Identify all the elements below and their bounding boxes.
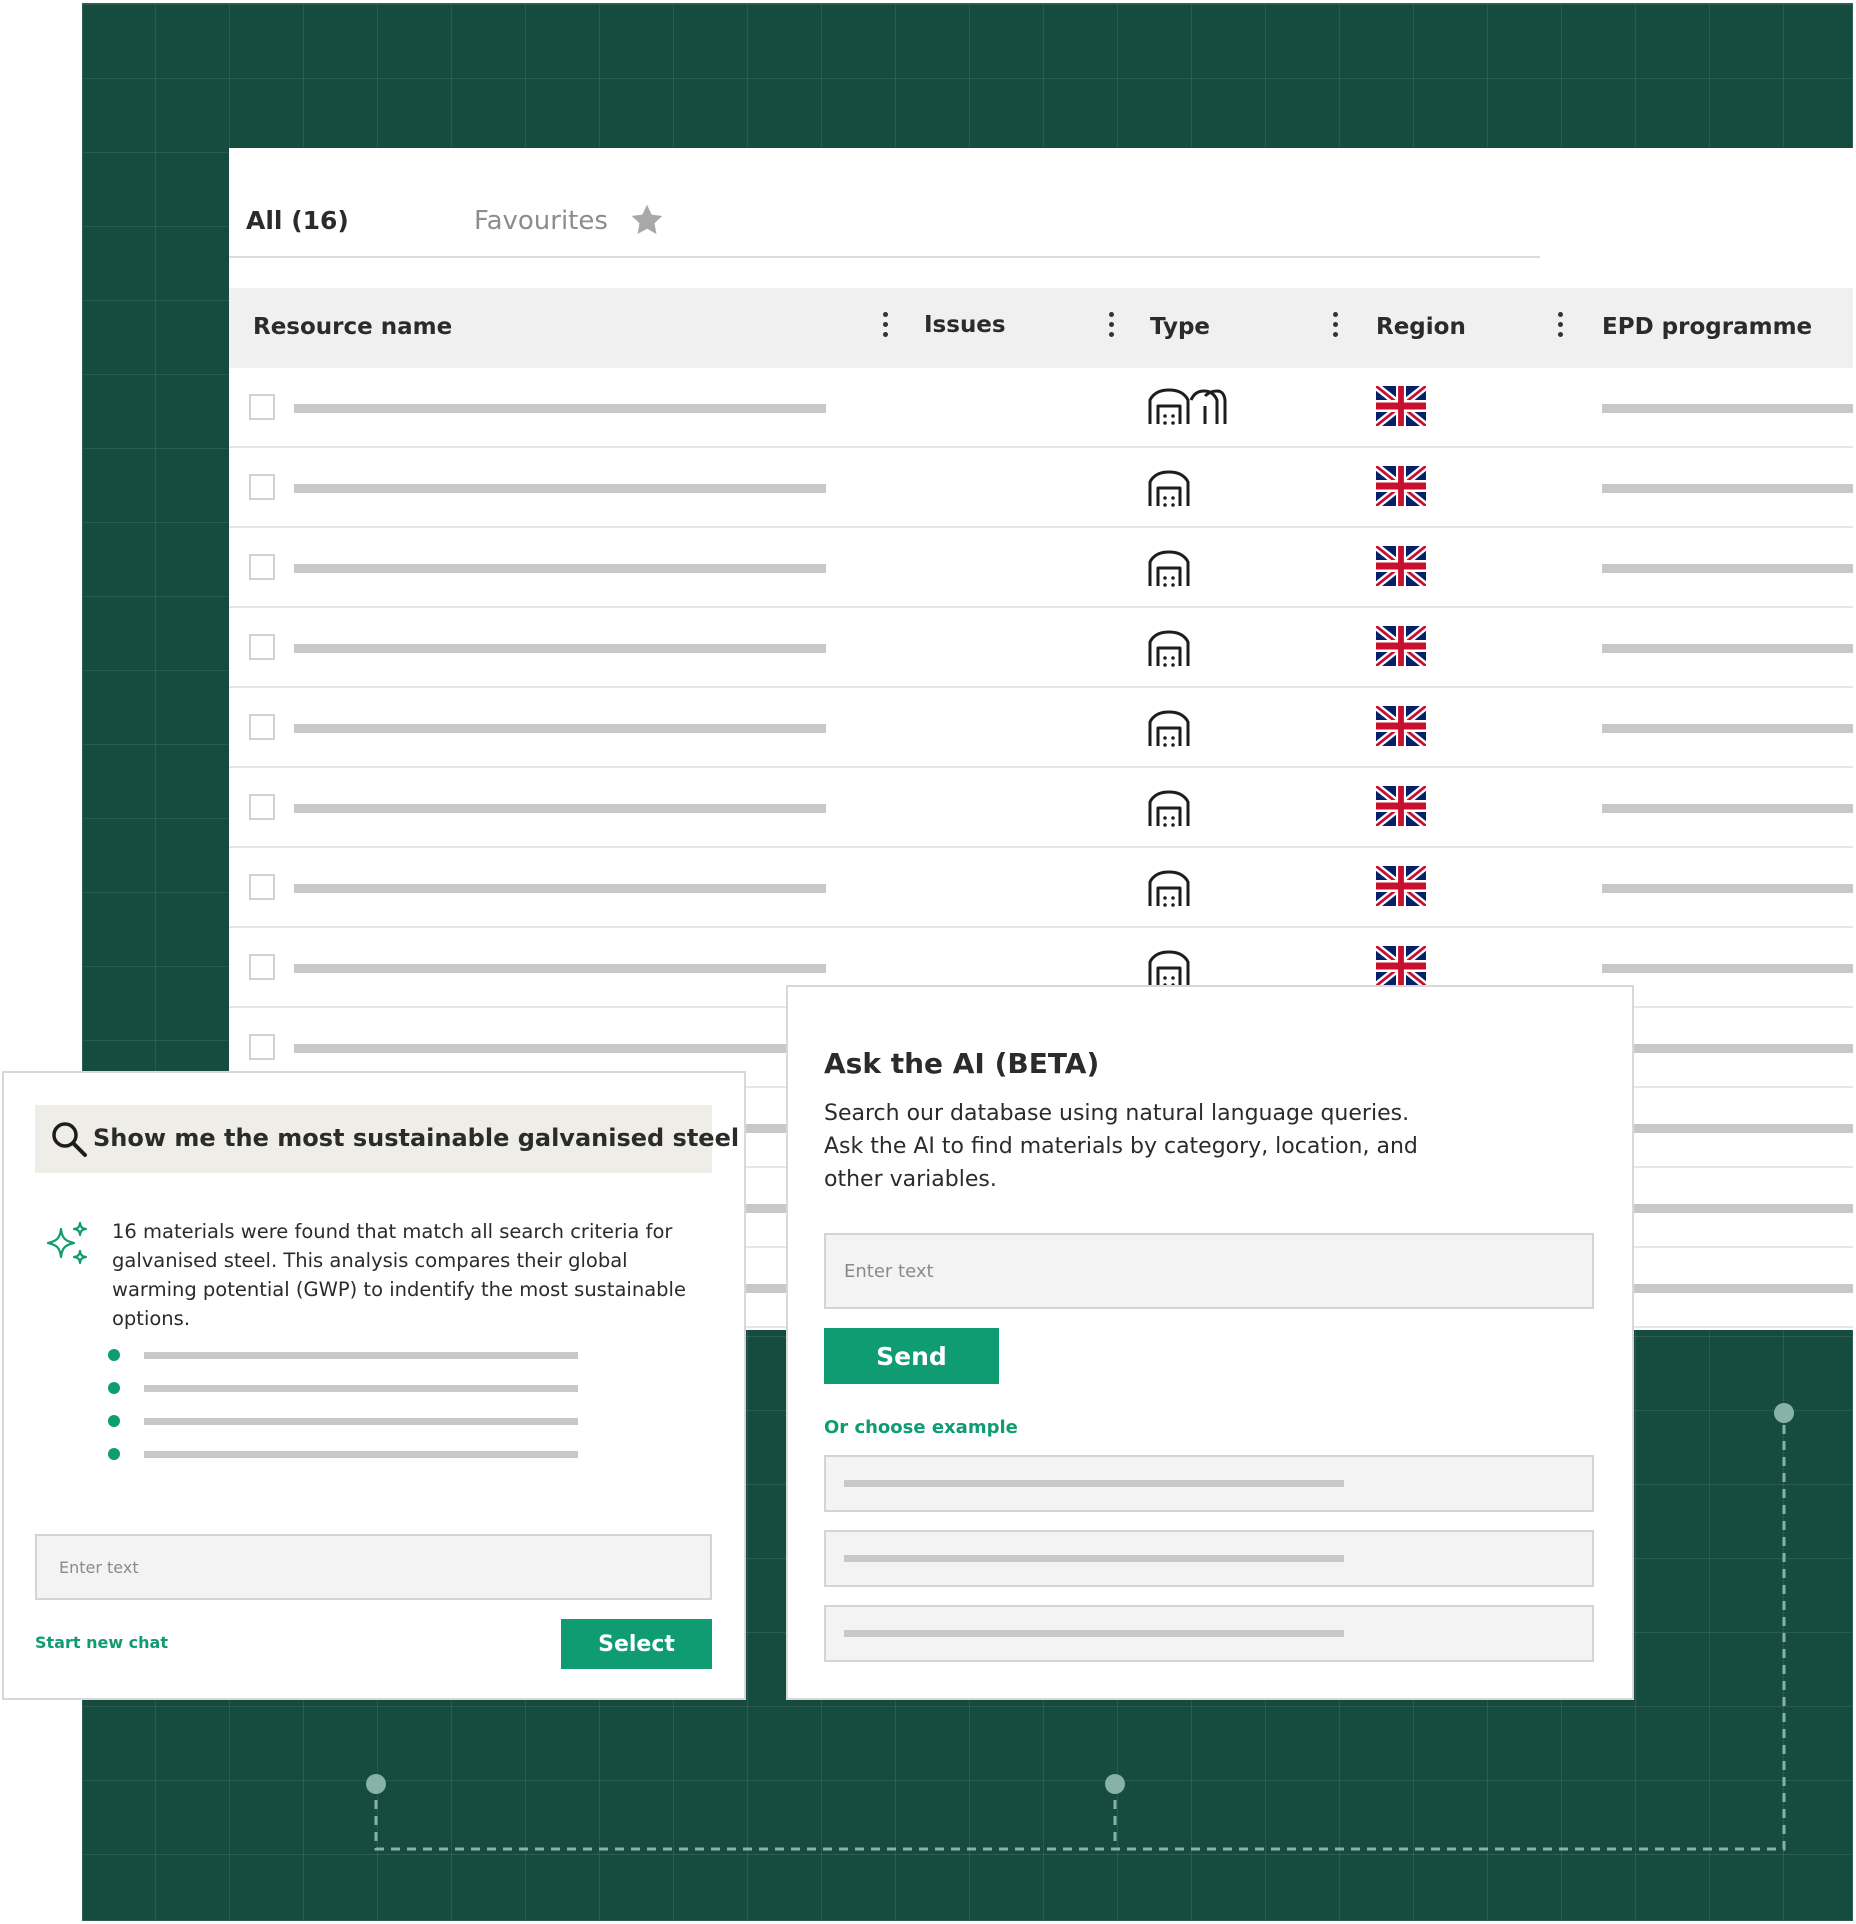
connector-node (366, 1774, 386, 1794)
answer-bullet-list (108, 1345, 588, 1477)
ask-ai-panel: Ask the AI (BETA) Search our database us… (786, 985, 1634, 1700)
select-button[interactable]: Select (561, 1619, 712, 1669)
answer-bullet (108, 1378, 588, 1411)
search-icon (52, 1122, 87, 1157)
bullet-dot (108, 1382, 120, 1394)
answer-bullet (108, 1345, 588, 1378)
connector-node (1774, 1403, 1794, 1423)
sparkle-icon (46, 1221, 88, 1265)
example-text-placeholder (844, 1630, 1344, 1637)
bullet-text-placeholder (144, 1385, 578, 1392)
ai-description-line: Search our database using natural langua… (824, 1101, 1410, 1126)
example-text-placeholder (844, 1480, 1344, 1487)
example-query-item[interactable] (824, 1455, 1594, 1512)
bullet-text-placeholder (144, 1352, 578, 1359)
example-query-item[interactable] (824, 1605, 1594, 1662)
ai-answer-text: 16 materials were found that match all s… (112, 1220, 686, 1330)
start-new-chat-link[interactable]: Start new chat (35, 1633, 168, 1652)
connector-node (1105, 1774, 1125, 1794)
ai-description-line: other variables. (824, 1167, 997, 1192)
ai-query-input[interactable] (824, 1233, 1594, 1309)
query-text: Show me the most sustainable galvanised … (93, 1124, 740, 1152)
bullet-dot (108, 1448, 120, 1460)
chat-input[interactable] (35, 1534, 712, 1600)
bullet-dot (108, 1415, 120, 1427)
ai-description-line: Ask the AI to find materials by category… (824, 1134, 1418, 1159)
bullet-text-placeholder (144, 1418, 578, 1425)
bullet-dot (108, 1349, 120, 1361)
choose-example-label: Or choose example (824, 1417, 1018, 1438)
example-text-placeholder (844, 1555, 1344, 1562)
chat-panel: Show me the most sustainable galvanised … (2, 1071, 746, 1700)
answer-bullet (108, 1444, 588, 1477)
ai-panel-description: Search our database using natural langua… (824, 1097, 1504, 1196)
example-query-item[interactable] (824, 1530, 1594, 1587)
send-button[interactable]: Send (824, 1328, 999, 1384)
query-bubble: Show me the most sustainable galvanised … (35, 1105, 739, 1173)
ai-panel-title: Ask the AI (BETA) (824, 1047, 1100, 1080)
answer-bullet (108, 1411, 588, 1444)
bullet-text-placeholder (144, 1451, 578, 1458)
